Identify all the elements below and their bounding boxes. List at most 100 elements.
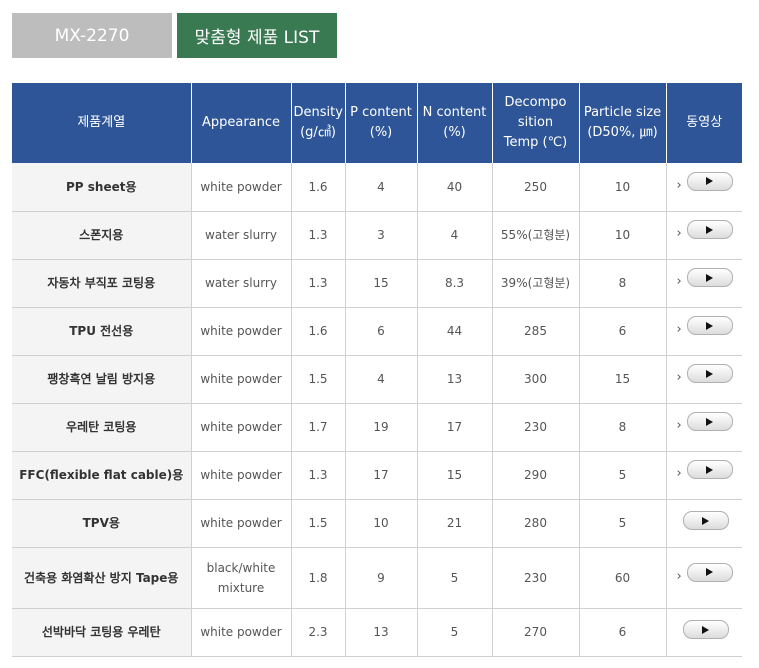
tab-model-label: MX-2270 [54,25,130,46]
cell-p-content: 10 [345,499,418,548]
cell-density: 1.5 [291,355,346,404]
cell-particle-size: 5 [579,451,667,500]
cell-decomposition-temp: 270 [492,608,580,657]
video-control: › [669,171,741,196]
chevron-right-icon: › [676,466,682,481]
cell-p-content: 13 [345,608,418,657]
video-control: › [669,364,741,388]
play-icon [706,417,713,426]
play-button[interactable] [686,220,733,239]
cell-n-content: 13 [417,355,493,404]
cell-density: 1.5 [291,499,346,548]
chevron-right-icon: › [676,226,682,241]
play-icon [706,321,713,330]
tab-model[interactable]: MX-2270 [12,13,172,58]
table-row: FFC(flexible flat cable)용 white powder 1.3… [12,451,742,500]
play-button[interactable] [686,412,733,431]
cell-appearance: white powder [191,163,292,212]
table-row: PP sheet용 white powder 1.6 4 40 250 10 › [12,163,742,212]
cell-video: › [666,403,742,452]
cell-decomposition-temp: 39%(고형분) [492,259,580,308]
chevron-right-icon: › [676,322,682,337]
cell-appearance: white powder [191,403,292,452]
cell-video: › [666,451,742,500]
cell-decomposition-temp: 290 [492,451,580,500]
cell-p-content: 19 [345,403,418,452]
product-table: 제품계열 Appearance Density (g/㎤) P content … [12,83,742,657]
video-control: › [669,460,741,484]
play-icon [702,516,709,525]
cell-particle-size: 10 [579,211,667,260]
play-icon [706,465,713,474]
header-n-content: N content (%) [417,83,493,163]
cell-decomposition-temp: 250 [492,163,580,212]
cell-p-content: 17 [345,451,418,500]
cell-category: PP sheet용 [12,163,192,212]
header-category: 제품계열 [12,83,192,163]
cell-video: › [666,547,742,609]
table-row: 스폰지용 water slurry 1.3 3 4 55%(고형분) 10 › [12,211,742,260]
cell-category: FFC(flexible flat cable)용 [12,451,192,500]
cell-n-content: 8.3 [417,259,493,308]
play-icon [706,273,713,282]
chevron-right-icon: › [676,370,682,385]
cell-density: 1.6 [291,163,346,212]
cell-appearance: white powder [191,499,292,548]
cell-n-content: 5 [417,547,493,609]
play-button[interactable] [686,364,733,383]
play-button[interactable] [682,511,729,530]
chevron-right-icon: › [676,177,682,193]
cell-density: 1.8 [291,547,346,609]
table-row: 선박바닥 코팅용 우레탄 white powder 2.3 13 5 270 6 [12,608,742,657]
cell-decomposition-temp: 280 [492,499,580,548]
cell-n-content: 44 [417,307,493,356]
cell-appearance: black/white mixture [191,547,292,609]
play-button[interactable] [686,316,733,335]
cell-p-content: 15 [345,259,418,308]
table-row: 팽창흑연 날림 방지용 white powder 1.5 4 13 300 15 › [12,355,742,404]
cell-p-content: 4 [345,163,418,212]
cell-appearance: water slurry [191,211,292,260]
cell-category: 팽창흑연 날림 방지용 [12,355,192,404]
tab-product-list[interactable]: 맞춤형 제품 LIST [177,13,337,58]
cell-appearance: white powder [191,451,292,500]
header-p-content: P content (%) [345,83,418,163]
cell-n-content: 21 [417,499,493,548]
cell-decomposition-temp: 300 [492,355,580,404]
cell-p-content: 6 [345,307,418,356]
play-icon [706,369,713,378]
cell-category: 우레탄 코팅용 [12,403,192,452]
play-button[interactable] [686,268,733,287]
play-button[interactable] [682,620,729,639]
table-row: TPU 전선용 white powder 1.6 6 44 285 6 › [12,307,742,356]
cell-p-content: 9 [345,547,418,609]
table-row: TPV용 white powder 1.5 10 21 280 5 [12,499,742,548]
cell-particle-size: 10 [579,163,667,212]
play-icon [706,225,713,234]
cell-video: › [666,307,742,356]
cell-appearance: white powder [191,355,292,404]
header-density: Density (g/㎤) [291,83,346,163]
cell-decomposition-temp: 230 [492,547,580,609]
cell-p-content: 3 [345,211,418,260]
play-button[interactable] [686,460,733,479]
video-control: › [669,562,741,587]
cell-particle-size: 6 [579,608,667,657]
cell-decomposition-temp: 55%(고형분) [492,211,580,260]
play-button[interactable] [686,171,733,191]
table-row: 우레탄 코팅용 white powder 1.7 19 17 230 8 › [12,403,742,452]
cell-video: › [666,211,742,260]
chevron-right-icon: › [676,274,682,289]
cell-category: TPU 전선용 [12,307,192,356]
cell-video [666,608,742,657]
play-button[interactable] [686,562,733,582]
cell-appearance: white powder [191,307,292,356]
video-control [669,508,741,532]
video-control: › [669,268,741,292]
cell-category: 자동차 부직포 코팅용 [12,259,192,308]
cell-density: 1.3 [291,211,346,260]
table-header-row: 제품계열 Appearance Density (g/㎤) P content … [12,83,742,163]
header-video: 동영상 [666,83,742,163]
tab-product-list-label: 맞춤형 제품 LIST [194,28,320,48]
cell-density: 2.3 [291,608,346,657]
